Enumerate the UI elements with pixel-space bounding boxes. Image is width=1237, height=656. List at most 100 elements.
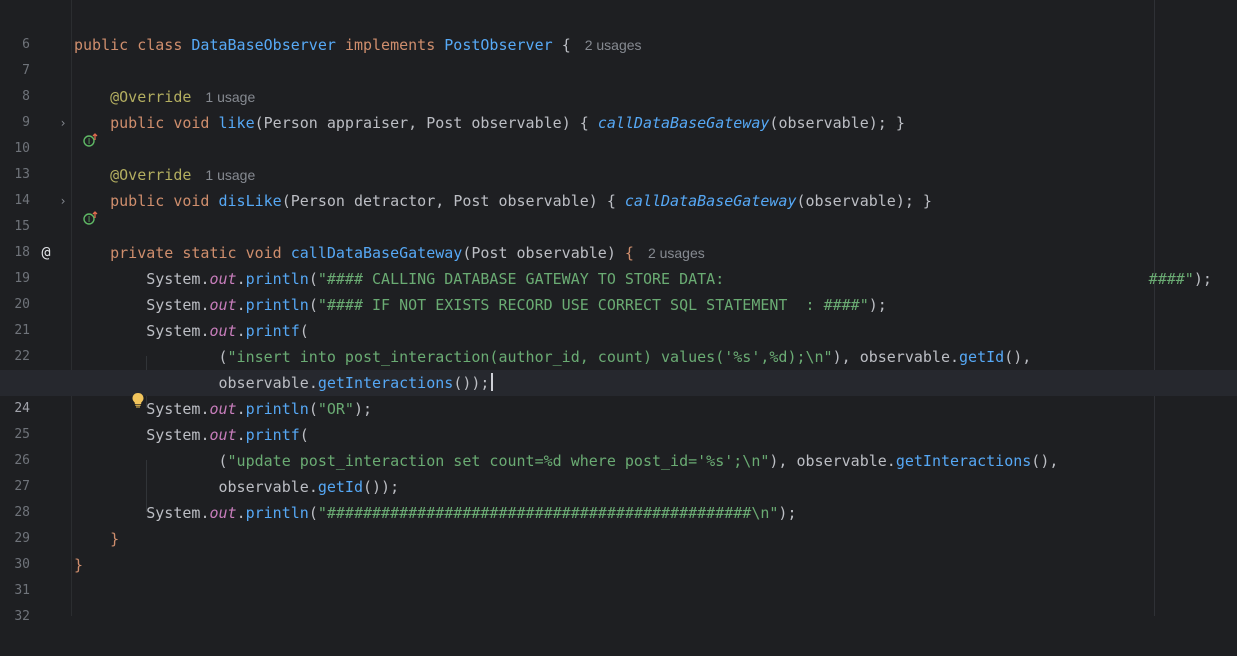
method-call: getInteractions — [895, 452, 1032, 470]
code-text: System.out.println("#### IF NOT EXISTS R… — [146, 296, 887, 314]
usages-hint[interactable]: 2 usages — [648, 245, 705, 261]
implements-gutter-icon[interactable]: I — [36, 114, 98, 147]
class-name: DataBaseObserver — [191, 36, 336, 54]
type-name: Post — [426, 114, 463, 132]
method-call: printf — [245, 322, 300, 340]
keyword: void — [173, 192, 210, 210]
code-text: ("update post_interaction set count=%d w… — [218, 452, 1059, 470]
code-text: @Override 1 usage — [74, 162, 255, 188]
field-ref: out — [209, 400, 237, 418]
type-name: Person — [290, 192, 345, 210]
brace: { — [624, 244, 634, 262]
code-line-22[interactable]: 22 System.out.printf( — [0, 318, 1237, 364]
code-text: @Override 1 usage — [74, 84, 255, 110]
code-text: System.out.printf( — [146, 322, 309, 340]
code-line-19[interactable]: 19 @ private static void callDataBaseGat… — [0, 240, 1237, 286]
code-line-25[interactable]: 25 System.out.println("OR"); — [0, 396, 1237, 442]
param-ref: observable — [218, 374, 309, 392]
code-line-15[interactable]: 15 I › public void disLike(Person detrac… — [0, 188, 1237, 234]
method-name: callDataBaseGateway — [290, 244, 463, 262]
code-text: } — [74, 526, 119, 552]
code-line-26[interactable]: 26 System.out.printf( — [0, 422, 1237, 468]
class-ref: System — [146, 322, 201, 340]
code-text: public class DataBaseObserver implements… — [74, 32, 642, 58]
code-line-30[interactable]: 30 } — [0, 526, 1237, 572]
keyword: implements — [344, 36, 436, 54]
code-line-23[interactable]: 23 ("insert into post_interaction(author… — [0, 344, 1237, 390]
code-line-7[interactable]: 7 public class DataBaseObserver implemen… — [0, 32, 1237, 78]
chevron-right-icon[interactable]: › — [58, 192, 68, 210]
class-ref: System — [146, 400, 201, 418]
brace: { — [561, 36, 571, 54]
code-line-20[interactable]: 20 System.out.println("#### CALLING DATA… — [0, 266, 1237, 312]
chevron-right-icon[interactable]: › — [58, 114, 68, 132]
code-text: System.out.println("#### CALLING DATABAS… — [146, 270, 1212, 288]
brace: } — [110, 530, 120, 548]
method-name: disLike — [218, 192, 282, 210]
code-line-21[interactable]: 21 System.out.println("#### IF NOT EXIST… — [0, 292, 1237, 338]
class-ref: System — [146, 504, 201, 522]
usages-hint[interactable]: 2 usages — [585, 37, 642, 53]
code-text: public void like(Person appraiser, Post … — [110, 114, 905, 132]
text-caret — [491, 373, 494, 391]
code-line-18[interactable]: 18 — [0, 214, 1237, 260]
code-line-6[interactable]: 6 — [0, 6, 1237, 52]
method-call: println — [245, 296, 309, 314]
code-text: private static void callDataBaseGateway(… — [110, 244, 705, 262]
keyword: private — [110, 244, 174, 262]
string-literal: "#######################################… — [317, 504, 779, 522]
type-name: Post — [453, 192, 490, 210]
code-line-13[interactable]: 13 — [0, 136, 1237, 182]
code-line-27[interactable]: 27 ("update post_interaction set count=%… — [0, 448, 1237, 494]
class-ref: System — [146, 296, 201, 314]
type-name: Person — [263, 114, 318, 132]
method-call: println — [245, 504, 309, 522]
keyword: public — [110, 192, 165, 210]
keyword: class — [137, 36, 183, 54]
code-text: } — [74, 552, 83, 578]
method-call: callDataBaseGateway — [624, 192, 797, 210]
field-ref: out — [209, 270, 237, 288]
string-literal: "OR" — [317, 400, 354, 418]
code-text: observable.getId()); — [218, 478, 400, 496]
code-line-9[interactable]: 9 @Override 1 usage — [0, 84, 1237, 130]
type-name: Post — [471, 244, 508, 262]
interface-name: PostObserver — [444, 36, 553, 54]
param-name: observable — [471, 114, 562, 132]
method-call: getId — [317, 478, 363, 496]
code-line-14[interactable]: 14 @Override 1 usage — [0, 162, 1237, 208]
code-text: public void disLike(Person detractor, Po… — [110, 192, 932, 210]
code-line-32[interactable]: 32 — [0, 578, 1237, 624]
code-line-10[interactable]: 10 I › public void like(Person appraiser… — [0, 110, 1237, 156]
code-text: observable.getInteractions()); — [74, 370, 494, 396]
keyword: void — [173, 114, 210, 132]
code-text: ("insert into post_interaction(author_id… — [218, 348, 1032, 366]
method-call: println — [245, 270, 309, 288]
keyword: public — [110, 114, 165, 132]
implements-gutter-icon[interactable]: I — [36, 192, 98, 225]
at-icon[interactable]: @ — [37, 243, 55, 261]
method-call: println — [245, 400, 309, 418]
string-literal: "insert into post_interaction(author_id,… — [227, 348, 833, 366]
param-ref: observable — [859, 348, 950, 366]
param-ref: observable — [778, 114, 869, 132]
code-line-28[interactable]: 28 observable.getId()); — [0, 474, 1237, 520]
field-ref: out — [209, 296, 237, 314]
code-text: System.out.println("OR"); — [146, 400, 373, 418]
code-line-31[interactable]: 31 } — [0, 552, 1237, 598]
annotation: @Override — [110, 88, 192, 106]
param-name: detractor — [353, 192, 436, 210]
code-line-8[interactable]: 8 — [0, 58, 1237, 104]
code-editor[interactable]: 6 7 public class DataBaseObserver implem… — [0, 0, 1237, 624]
usages-hint[interactable]: 1 usage — [205, 89, 255, 105]
method-call: printf — [245, 426, 300, 444]
field-ref: out — [209, 322, 237, 340]
param-ref: observable — [805, 192, 896, 210]
method-call: callDataBaseGateway — [597, 114, 770, 132]
method-name: like — [218, 114, 255, 132]
code-line-24[interactable]: 24 observable.getInteractions()); — [0, 370, 1237, 416]
usages-hint[interactable]: 1 usage — [205, 167, 255, 183]
code-line-29[interactable]: 29 System.out.println("#################… — [0, 500, 1237, 546]
string-literal: "#### CALLING DATABASE GATEWAY TO STORE … — [317, 270, 1194, 288]
brace: } — [74, 556, 84, 574]
